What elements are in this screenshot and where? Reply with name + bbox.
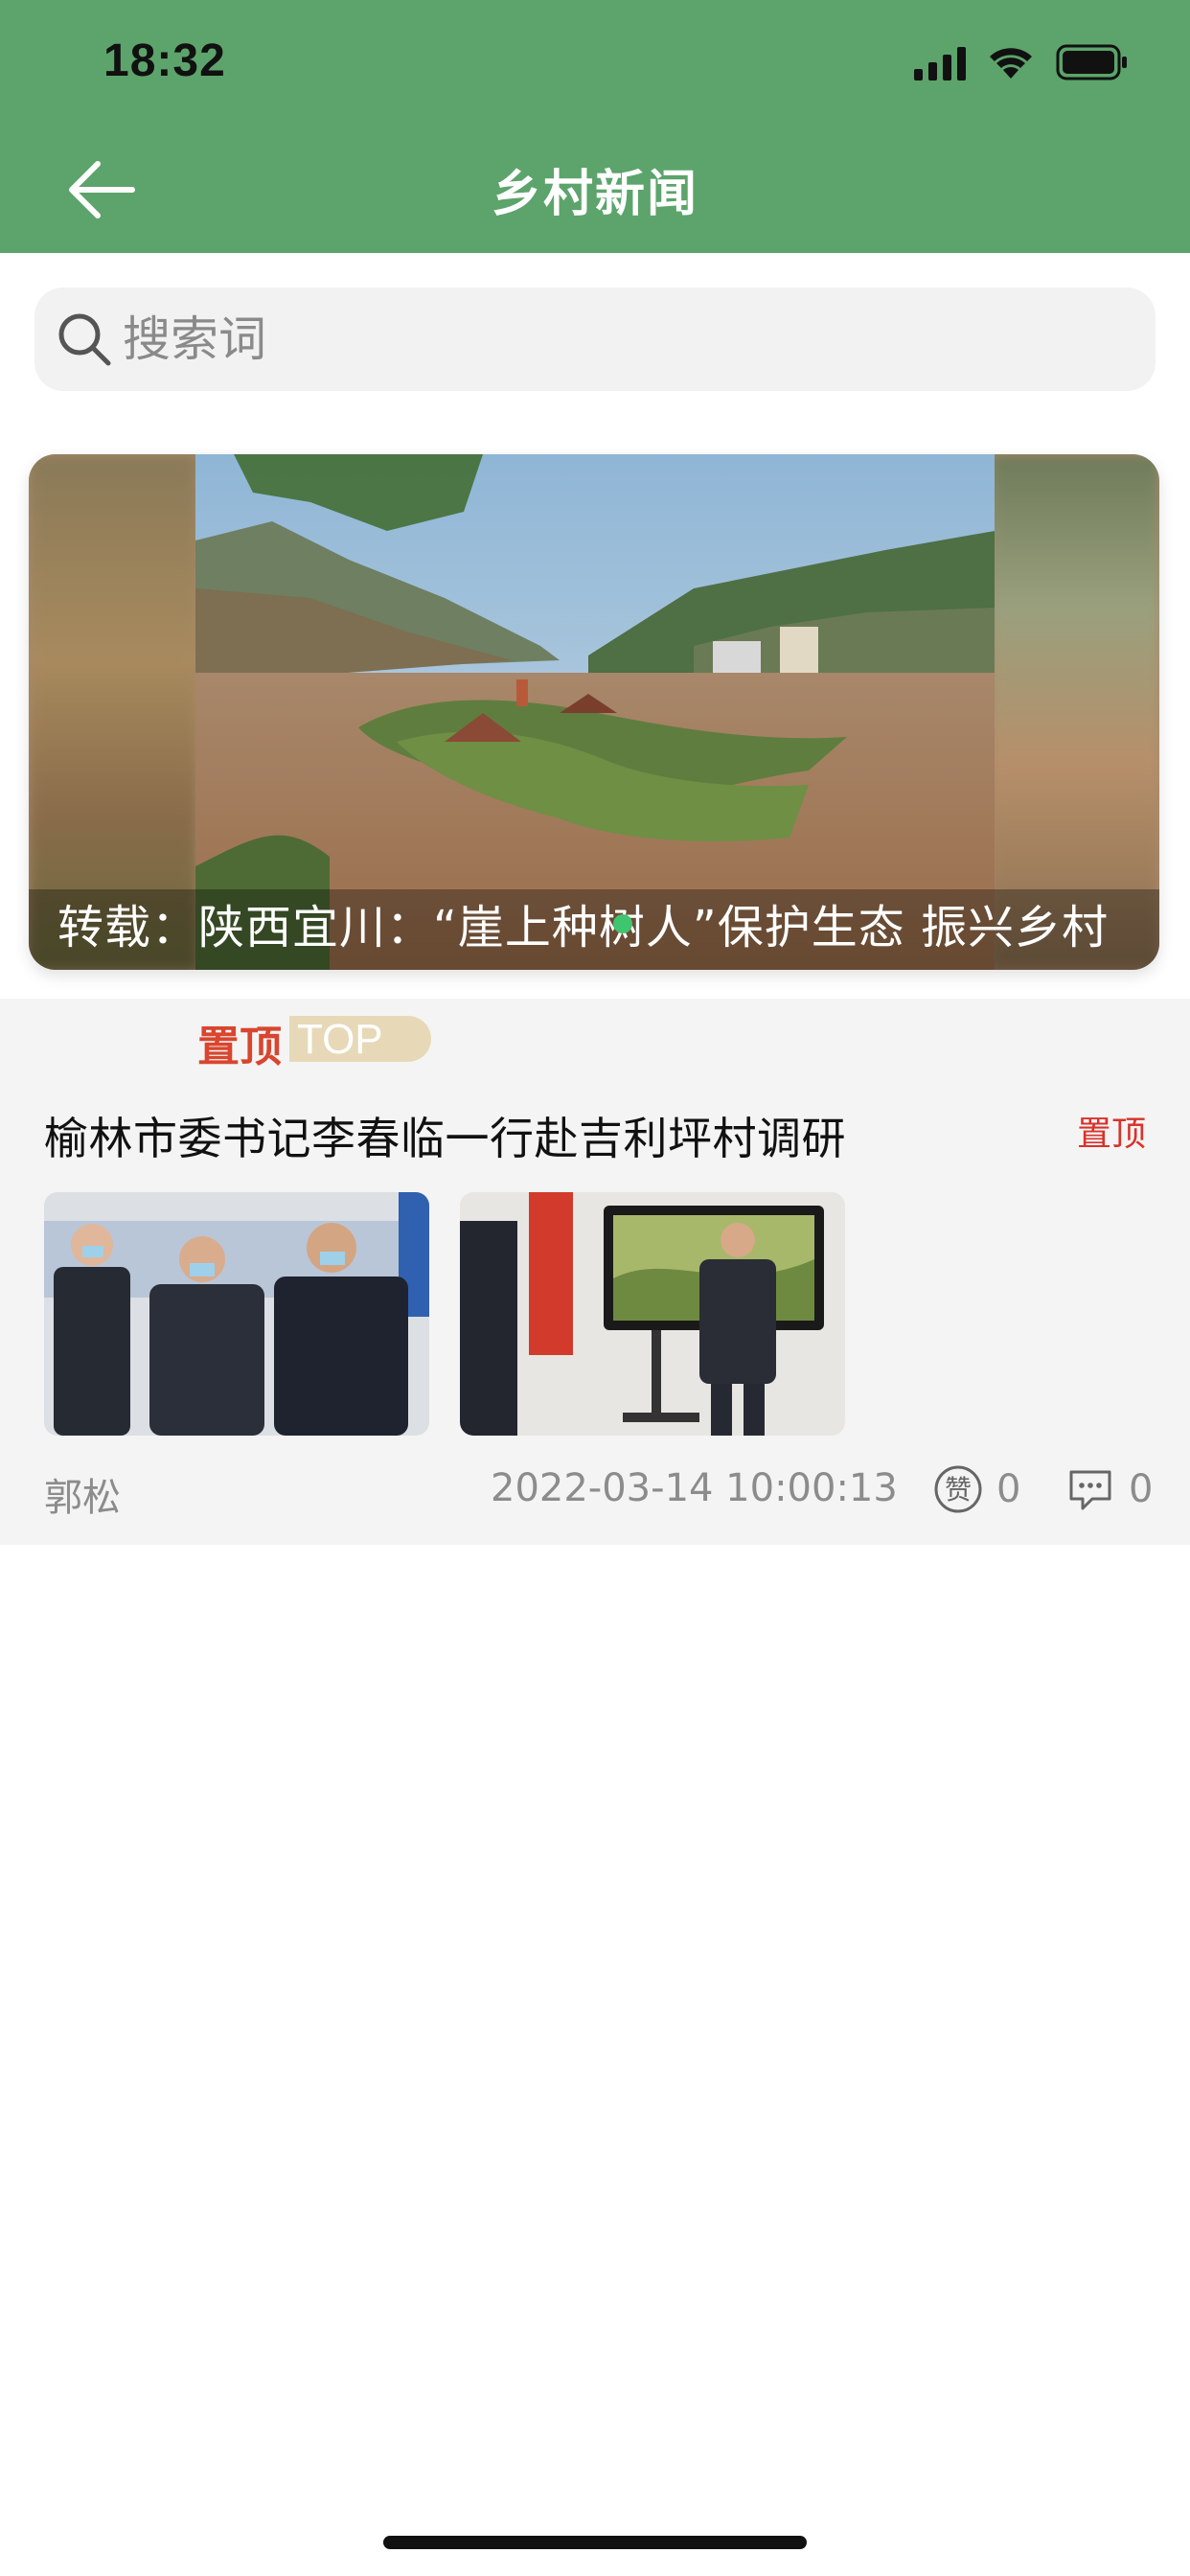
search-bar[interactable] bbox=[34, 288, 1156, 391]
pinned-label: 置顶 bbox=[1076, 1115, 1146, 1154]
home-indicator[interactable] bbox=[383, 2536, 807, 2549]
wifi-icon bbox=[987, 44, 1035, 80]
comment-count: 0 bbox=[1129, 1467, 1154, 1511]
article-date: 2022-03-14 10:00:13 bbox=[491, 1466, 898, 1510]
article-thumbnail[interactable] bbox=[460, 1192, 845, 1436]
battery-icon bbox=[1056, 44, 1129, 80]
status-time: 18:32 bbox=[103, 35, 226, 86]
carousel-indicator-dot bbox=[613, 914, 632, 933]
svg-text:赞: 赞 bbox=[945, 1474, 972, 1506]
like-count: 0 bbox=[996, 1467, 1021, 1511]
top-badge-en: TOP bbox=[289, 1016, 431, 1063]
news-item[interactable]: 置顶 TOP 榆林市委书记李春临一行赴吉利坪村调研 置顶 郭松 2022-03-… bbox=[0, 999, 1190, 1545]
like-button[interactable]: 赞 0 bbox=[933, 1464, 1020, 1514]
top-badge-zh: 置顶 bbox=[197, 1023, 282, 1071]
signal-icon bbox=[914, 46, 966, 80]
app-header: 18:32 乡村新闻 bbox=[0, 0, 1190, 253]
article-thumbnail[interactable] bbox=[44, 1192, 429, 1436]
top-badge: 置顶 TOP bbox=[197, 1012, 431, 1071]
article-title[interactable]: 榆林市委书记李春临一行赴吉利坪村调研 bbox=[44, 1104, 846, 1167]
page-title: 乡村新闻 bbox=[491, 166, 698, 223]
banner-caption[interactable]: 转载：陕西宜川：“崖上种树人”保护生态 振兴乡村 bbox=[57, 889, 1109, 956]
comment-icon bbox=[1069, 1470, 1111, 1510]
banner-carousel[interactable]: 转载：陕西宜川：“崖上种树人”保护生态 振兴乡村 bbox=[29, 454, 1159, 970]
search-input[interactable] bbox=[121, 310, 1083, 368]
comment-button[interactable]: 0 bbox=[1065, 1464, 1153, 1514]
like-icon: 赞 bbox=[934, 1465, 982, 1513]
article-author: 郭松 bbox=[44, 1476, 121, 1520]
status-icons bbox=[914, 42, 1129, 80]
search-icon bbox=[58, 313, 111, 366]
